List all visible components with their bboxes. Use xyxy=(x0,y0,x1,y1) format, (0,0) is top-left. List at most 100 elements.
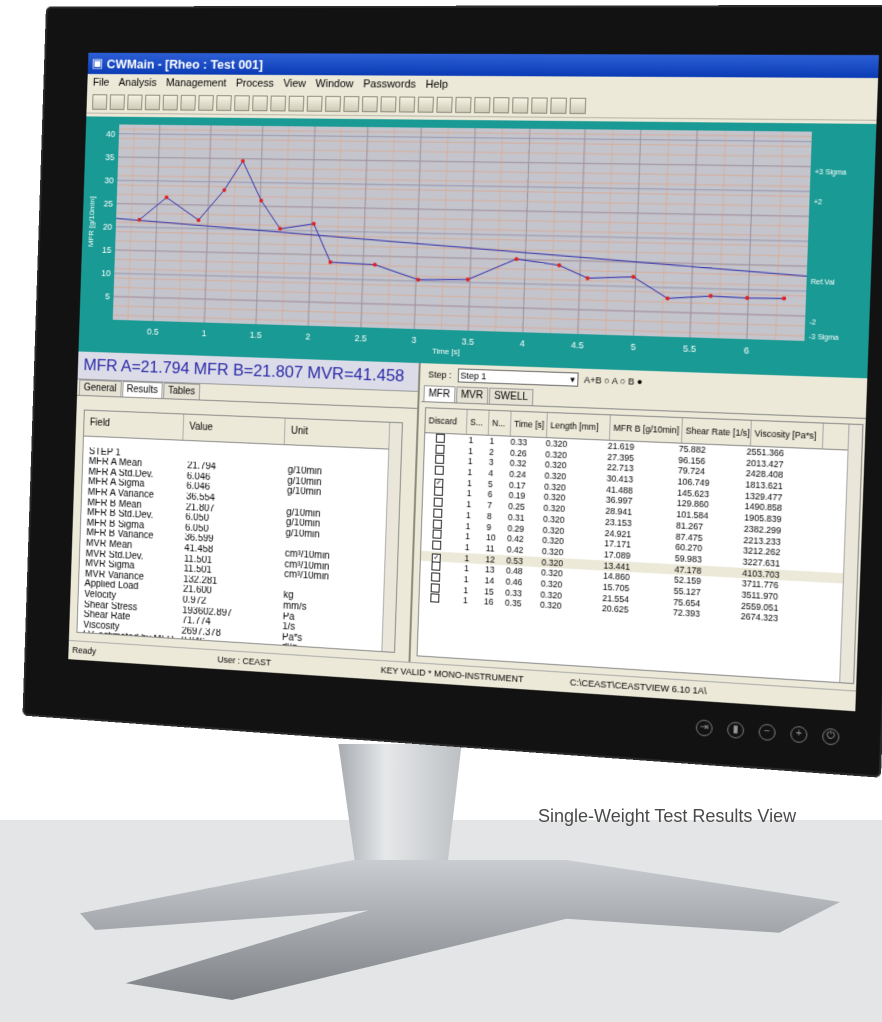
status-user: User : CEAST xyxy=(217,654,272,668)
data-header-6[interactable]: MFR B [g/10min] xyxy=(609,415,683,443)
menu-management[interactable]: Management xyxy=(166,77,227,89)
discard-checkbox[interactable] xyxy=(433,486,444,497)
print-icon[interactable] xyxy=(180,94,196,111)
status-ready: Ready xyxy=(72,645,97,657)
monitor: ▣ CWMain - [Rheo : Test 001] File Analysi… xyxy=(22,4,882,778)
results-header-2[interactable]: Value xyxy=(183,414,286,445)
report4-icon[interactable] xyxy=(324,95,341,112)
discard-checkbox[interactable] xyxy=(432,529,442,540)
menu-process[interactable]: Process xyxy=(236,78,274,90)
x-tick-label: 3 xyxy=(411,335,416,345)
window-title: CWMain - [Rheo : Test 001] xyxy=(106,56,264,72)
x-tick-label: 1.5 xyxy=(250,330,262,340)
y-tick-label: 5 xyxy=(105,291,110,301)
tab-tables[interactable]: Tables xyxy=(163,382,201,400)
menu-icon[interactable]: ▮ xyxy=(726,721,745,739)
discard-checkbox[interactable] xyxy=(433,508,443,518)
chart-icon[interactable] xyxy=(417,96,434,113)
table-cell: 1 xyxy=(462,595,468,606)
discard-checkbox[interactable] xyxy=(435,433,445,443)
discard-checkbox[interactable] xyxy=(433,497,443,508)
y-tick-label: 10 xyxy=(101,268,111,278)
discard-checkbox[interactable] xyxy=(430,572,441,582)
y-tick-label: 15 xyxy=(102,245,112,255)
grid-icon[interactable] xyxy=(398,96,416,113)
tab-general[interactable]: General xyxy=(78,379,122,397)
discard-checkbox[interactable] xyxy=(434,465,444,476)
x-tick-label: 0.5 xyxy=(147,326,159,336)
data-header-5[interactable]: Length [mm] xyxy=(546,412,611,440)
discard-checkbox[interactable] xyxy=(435,444,445,454)
x-axis-label: Time [s] xyxy=(432,346,460,356)
sigma-label: -3 Sigma xyxy=(809,334,839,342)
discard-checkbox[interactable] xyxy=(430,593,440,604)
results-header-3[interactable]: Unit xyxy=(284,418,400,449)
table-cell: 1 xyxy=(489,435,495,447)
menu-window[interactable]: Window xyxy=(315,78,353,90)
status-key: KEY VALID * MONO-INSTRUMENT xyxy=(380,664,524,685)
data-header-8[interactable]: Viscosity [Pa*s] xyxy=(750,420,824,449)
menu-passwords[interactable]: Passwords xyxy=(363,78,416,90)
save-icon[interactable] xyxy=(127,94,143,111)
menu-file[interactable]: File xyxy=(93,77,110,89)
report3-icon[interactable] xyxy=(306,95,323,112)
plot-area xyxy=(112,124,812,341)
frame-icon[interactable] xyxy=(511,97,529,114)
discard-checkbox[interactable] xyxy=(431,561,441,572)
discard-checkbox[interactable] xyxy=(430,582,440,593)
tab-mvr[interactable]: MVR xyxy=(455,386,489,404)
data-header-1[interactable]: Discard xyxy=(425,408,468,434)
export-icon[interactable] xyxy=(162,94,179,111)
menu-analysis[interactable]: Analysis xyxy=(118,77,156,89)
export2-icon[interactable] xyxy=(550,97,567,114)
import-icon[interactable] xyxy=(144,94,161,111)
data-header-2[interactable]: S... xyxy=(466,409,490,435)
discard-checkbox[interactable] xyxy=(432,518,443,529)
y-tick-label: 20 xyxy=(103,221,113,231)
results-table: Field Value Unit STEP 1 MFR A Mean 21.794 g/1… xyxy=(76,409,403,653)
sigma-label: Ref.Val xyxy=(811,279,836,287)
report1-icon[interactable] xyxy=(270,95,287,112)
chevron-down-icon: ▾ xyxy=(570,374,576,385)
ab-radio-group[interactable]: A+B ○ A ○ B ● xyxy=(584,375,643,387)
report7-icon[interactable] xyxy=(380,96,397,113)
data-panel: Step : Step 1 ▾ A+B ○ A ○ B ● MFR MVR SWEL… xyxy=(412,363,867,690)
check-icon[interactable] xyxy=(473,97,491,114)
x-tick-label: 6 xyxy=(744,345,750,356)
tab-mfr[interactable]: MFR xyxy=(423,385,456,403)
chart-svg: 5 10 15 20 25 30 35 40 0.5 1 1.5 2 2.5 3 3.5 4 4.5 5 5.5 6 +… xyxy=(86,116,847,356)
power-icon[interactable]: ⏻ xyxy=(821,727,840,746)
discard-checkbox[interactable] xyxy=(432,540,442,550)
arrow-icon[interactable] xyxy=(234,95,250,112)
mfr-chart: 5 10 15 20 25 30 35 40 0.5 1 1.5 2 2.5 3 3.5 4 4.5 5 5.5 6 +… xyxy=(78,116,877,379)
key2-icon[interactable] xyxy=(216,95,232,111)
input-source-icon[interactable]: ⇥ xyxy=(695,719,713,737)
report6-icon[interactable] xyxy=(361,96,378,113)
menu-help[interactable]: Help xyxy=(425,79,448,91)
blank-icon[interactable] xyxy=(455,96,472,114)
report2-icon[interactable] xyxy=(288,95,305,112)
report5-icon[interactable] xyxy=(343,96,360,113)
key-icon[interactable] xyxy=(198,95,214,111)
sigma-label: +2 xyxy=(814,199,823,207)
data-header-3[interactable]: N... xyxy=(488,410,512,436)
step-select-value: Step 1 xyxy=(460,370,487,382)
data-header-4[interactable]: Time [s] xyxy=(510,411,548,438)
wrench-icon[interactable] xyxy=(92,94,108,110)
tab-results[interactable]: Results xyxy=(121,381,163,399)
data-header-7[interactable]: Shear Rate [1/s] xyxy=(682,418,752,446)
image-icon[interactable] xyxy=(436,96,453,113)
discard-checkbox[interactable] xyxy=(435,454,445,465)
help-icon[interactable] xyxy=(252,95,268,112)
tab-swell[interactable]: SWELL xyxy=(488,387,534,406)
lower-panels: MFR A=21.794 MFR B=21.807 MVR=41.458 Gen… xyxy=(68,351,868,691)
minus-icon[interactable]: − xyxy=(758,723,776,742)
step-select[interactable]: Step 1 ▾ xyxy=(457,368,579,387)
plus-icon[interactable]: + xyxy=(790,725,808,744)
menu-view[interactable]: View xyxy=(283,78,306,90)
lock-icon[interactable] xyxy=(531,97,548,114)
results-header-1[interactable]: Field xyxy=(83,410,185,440)
open-icon[interactable] xyxy=(109,94,125,110)
import2-icon[interactable] xyxy=(569,97,587,115)
green-icon[interactable] xyxy=(492,97,510,114)
